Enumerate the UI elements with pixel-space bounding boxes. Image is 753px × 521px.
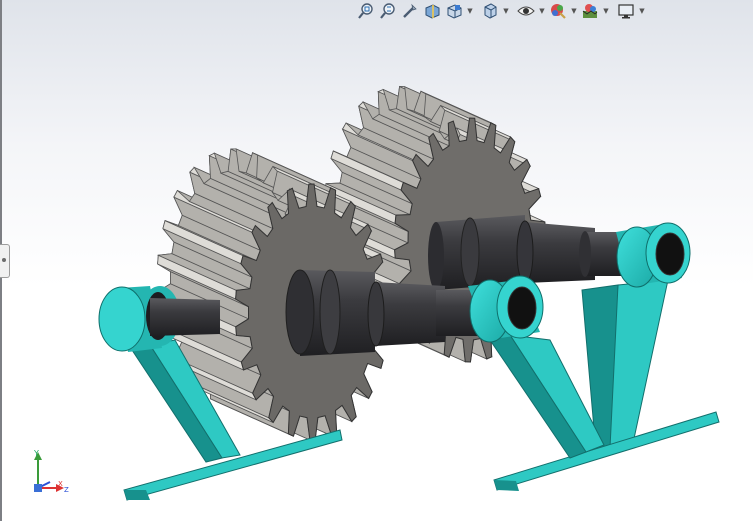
triad-y-label: Y bbox=[33, 449, 39, 458]
triad-z-label: Z bbox=[64, 486, 69, 494]
triad-x-label: X bbox=[58, 480, 63, 488]
graphics-area[interactable] bbox=[0, 0, 753, 521]
left-shaft-stub bbox=[150, 298, 220, 336]
reference-triad: Y X Z bbox=[33, 449, 69, 494]
